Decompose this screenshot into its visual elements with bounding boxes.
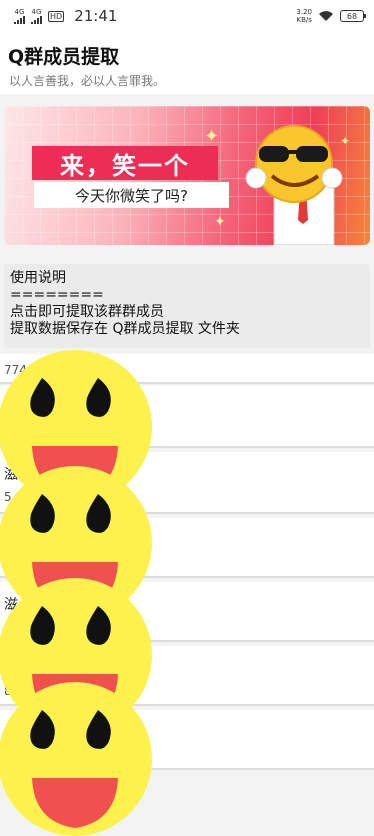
banner-headline: 来，笑一个 <box>32 146 218 180</box>
sparkle-icon: ✦ <box>214 214 226 230</box>
page-title: Q群成员提取 <box>8 46 120 68</box>
hd-badge: HD <box>48 10 65 22</box>
signal-icon-2: 4G <box>31 7 42 24</box>
speed-value: 3.20 <box>296 8 312 16</box>
instructions-heading: 使用说明 <box>10 270 66 286</box>
status-bar: 4G 4G HD 21:41 3.20 KB/s 68 <box>0 0 374 32</box>
smile-banner[interactable]: ✦ ✦ ✦ 来，笑一个 今天你微笑了吗? <box>4 106 370 245</box>
laughing-emoji-icon <box>0 682 152 836</box>
status-right: 3.20 KB/s 68 <box>296 8 366 24</box>
speed-unit: KB/s <box>296 16 312 24</box>
signal-icon: 4G <box>14 7 25 24</box>
network-type-2: 4G <box>31 7 42 16</box>
wifi-icon <box>319 11 333 21</box>
network-type-1: 4G <box>14 7 25 16</box>
app-header: Q群成员提取 以人言善我，必以人言罪我。 <box>0 32 374 94</box>
instructions-line-1: 点击即可提取该群群成员 <box>10 304 164 320</box>
battery-icon: 68 <box>340 10 366 22</box>
battery-level: 68 <box>346 12 358 21</box>
instructions-card: 使用说明 ======== 点击即可提取该群群成员 提取数据保存在 Q群成员提取… <box>4 264 370 348</box>
instructions-separator: ======== <box>10 287 104 303</box>
status-left: 4G 4G HD 21:41 <box>14 7 117 25</box>
cool-emoji-mascot-icon <box>245 125 343 245</box>
banner-subline: 今天你微笑了吗? <box>34 182 229 208</box>
page-subtitle: 以人言善我，必以人言罪我。 <box>9 74 166 88</box>
instructions-line-2: 提取数据保存在 Q群成员提取 文件夹 <box>10 321 240 337</box>
network-speed: 3.20 KB/s <box>296 8 312 24</box>
sparkle-icon: ✦ <box>204 126 220 147</box>
clock: 21:41 <box>74 7 118 25</box>
